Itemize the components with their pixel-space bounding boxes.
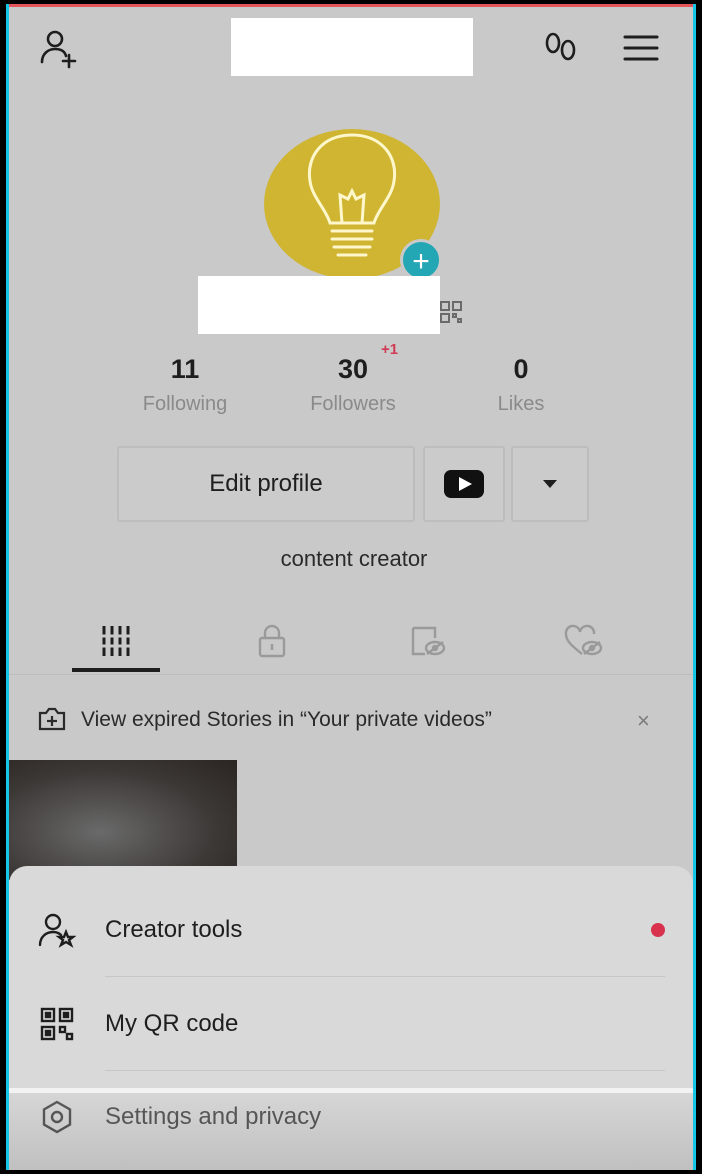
add-user-icon[interactable]: [37, 26, 81, 70]
camera-plus-icon: [38, 707, 66, 731]
videos-grid-icon: [102, 626, 130, 656]
liked-icon: [564, 624, 603, 656]
notification-dot: [651, 923, 665, 937]
display-name-redaction: [198, 276, 440, 334]
app-screen: + +1 11 Following 30 Followers 0 Likes E…: [6, 4, 696, 1170]
menu-item-creator-tools[interactable]: Creator tools: [9, 884, 693, 976]
video-thumbnail[interactable]: [9, 760, 237, 880]
stat-label: Likes: [497, 393, 545, 415]
menu-label: Creator tools: [105, 916, 243, 943]
qr-code-icon: [37, 1004, 77, 1044]
tab-liked[interactable]: [519, 608, 649, 674]
close-icon[interactable]: ×: [637, 708, 650, 734]
stat-likes[interactable]: 0 Likes: [441, 354, 601, 416]
active-tab-indicator: [72, 668, 160, 672]
tab-videos[interactable]: [51, 608, 181, 674]
reposts-icon: [411, 626, 446, 656]
more-dropdown-button[interactable]: [511, 446, 589, 522]
qr-code-small-icon[interactable]: [439, 300, 463, 324]
bottom-overlay: [9, 1093, 693, 1170]
expired-stories-notice[interactable]: View expired Stories in “Your private vi…: [9, 684, 693, 756]
username-redaction: [231, 18, 473, 76]
youtube-link-button[interactable]: [423, 446, 505, 522]
stat-label: Following: [142, 393, 228, 415]
stat-following[interactable]: 11 Following: [105, 354, 265, 416]
menu-divider: [105, 976, 665, 977]
menu-item-qr-code[interactable]: My QR code: [9, 978, 693, 1070]
device-frame: + +1 11 Following 30 Followers 0 Likes E…: [0, 0, 702, 1174]
notice-text: View expired Stories in “Your private vi…: [81, 708, 492, 731]
tab-reposts[interactable]: [363, 608, 493, 674]
stat-value: 0: [513, 354, 529, 384]
edit-profile-button[interactable]: Edit profile: [117, 446, 415, 522]
stat-label: Followers: [310, 393, 396, 415]
creator-tools-icon: [37, 910, 77, 950]
menu-label: My QR code: [105, 1010, 239, 1037]
youtube-icon: [444, 470, 484, 498]
content-tabs: [9, 608, 693, 675]
profile-bio: content creator: [280, 546, 428, 571]
private-lock-icon: [258, 624, 286, 658]
footprints-icon[interactable]: [539, 26, 583, 70]
caret-down-icon: [543, 480, 557, 488]
stat-followers[interactable]: 30 Followers: [273, 354, 433, 416]
stat-value: 30: [337, 354, 369, 384]
hamburger-menu-icon[interactable]: [619, 26, 663, 70]
tab-private[interactable]: [207, 608, 337, 674]
stat-value: 11: [170, 354, 200, 384]
top-accent-line: [9, 4, 693, 7]
profile-avatar[interactable]: +: [264, 129, 442, 281]
add-avatar-plus-icon[interactable]: +: [400, 239, 442, 281]
